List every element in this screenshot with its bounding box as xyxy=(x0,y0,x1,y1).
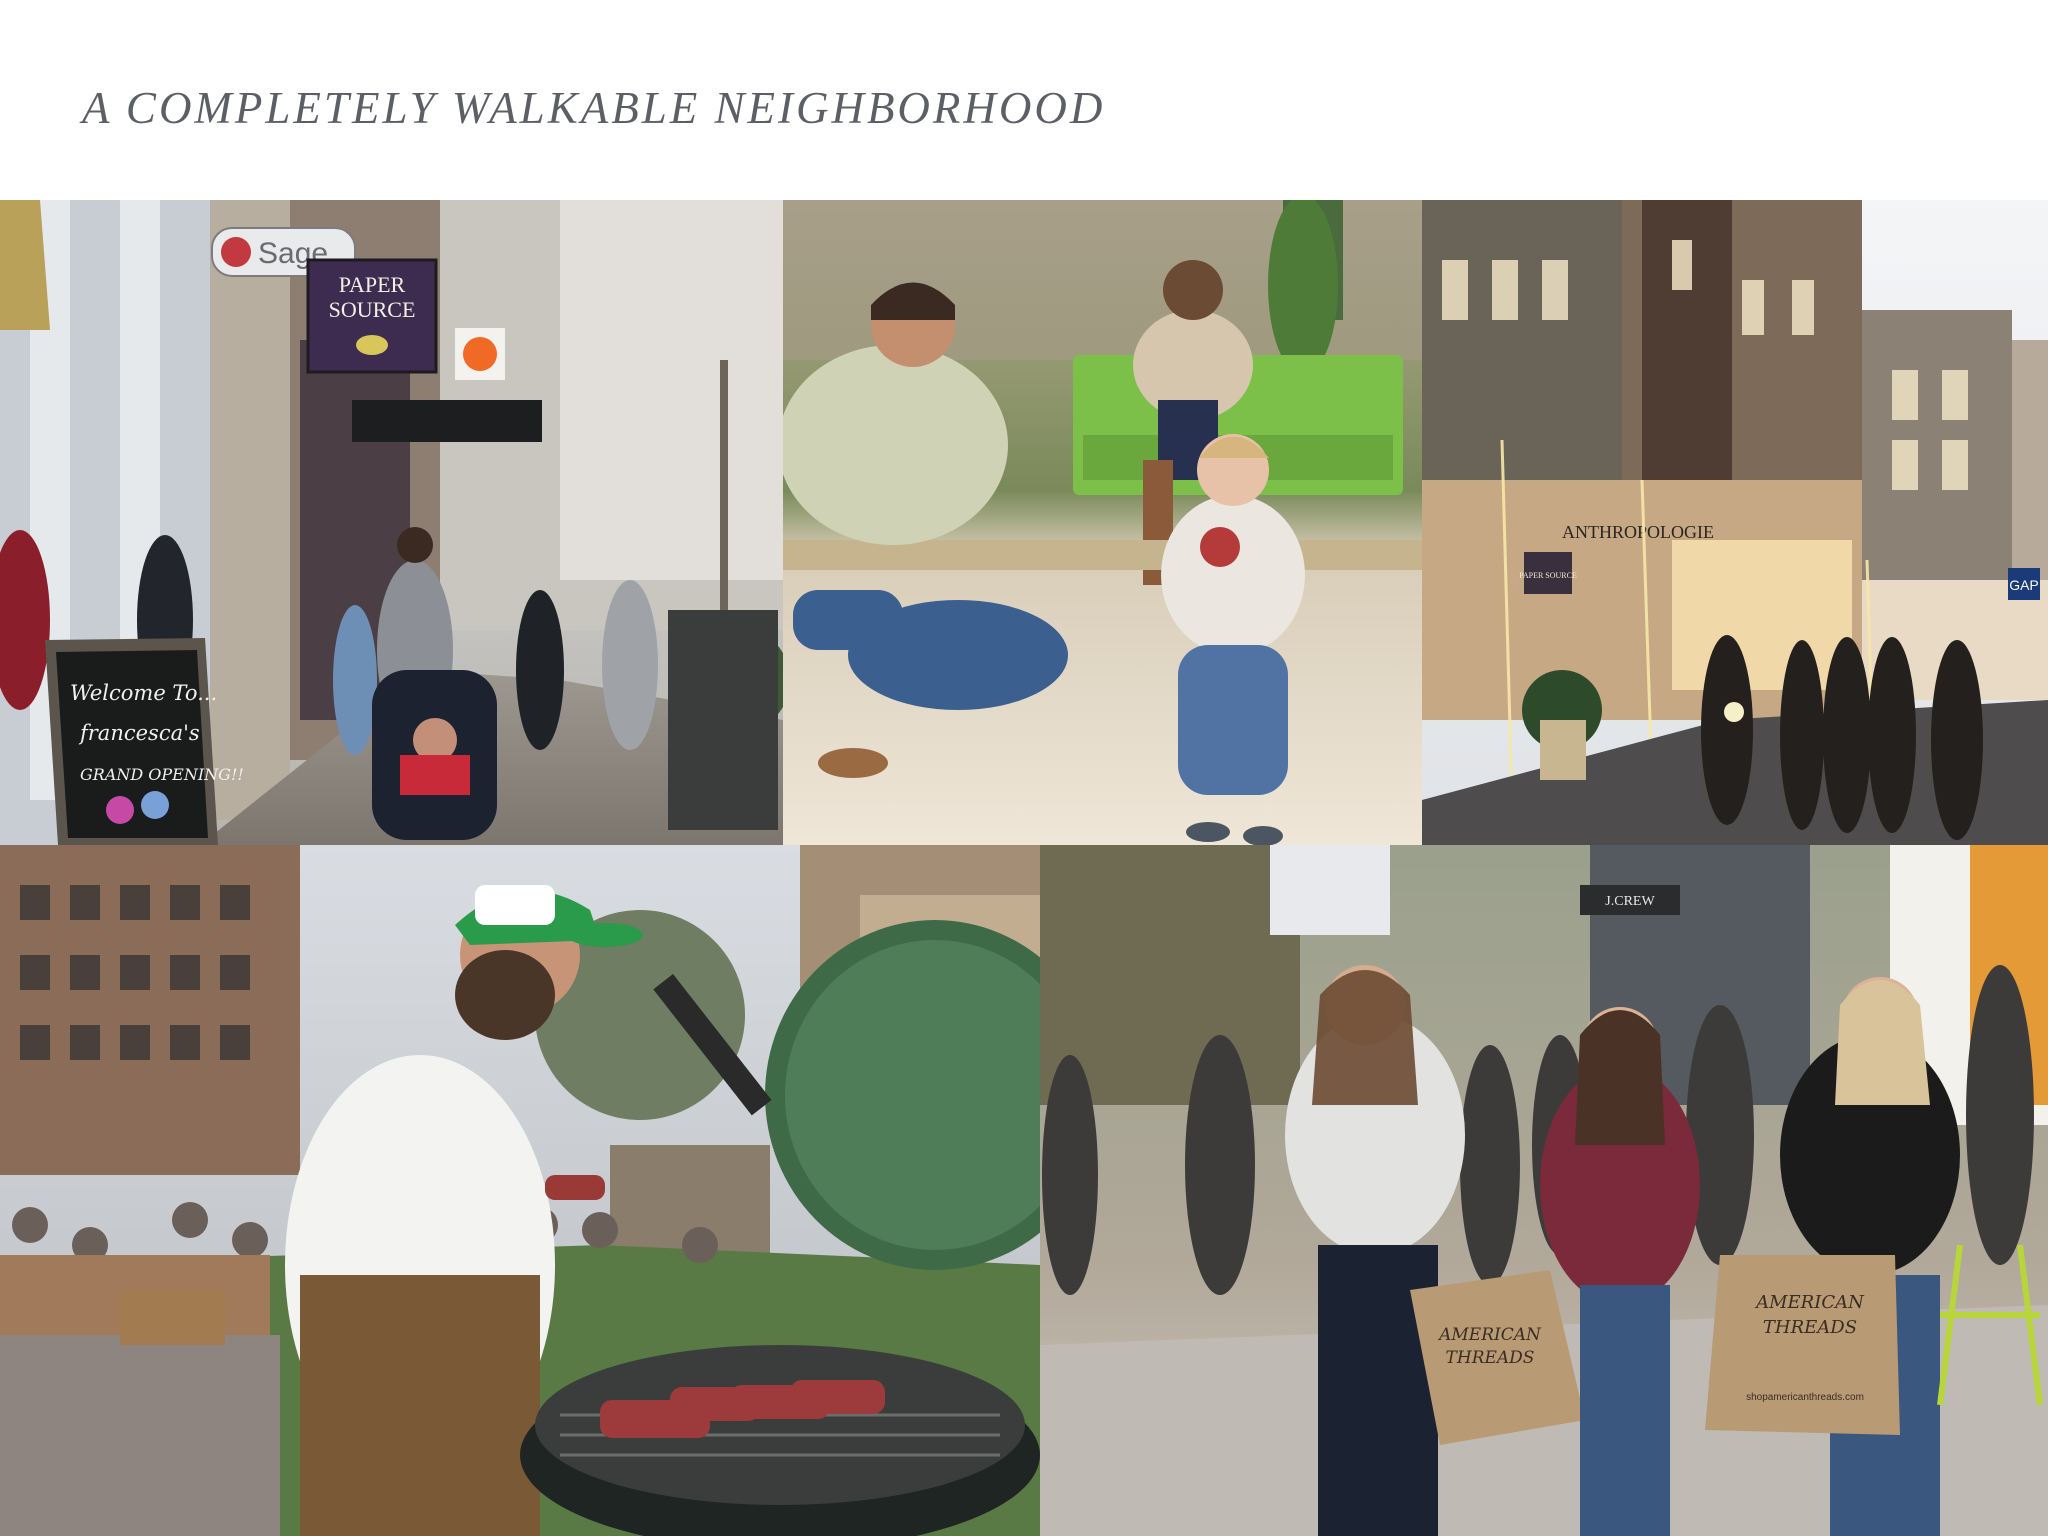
anthropologie-sign: ANTHROPOLOGIE xyxy=(1562,522,1714,542)
gap-sign: GAP xyxy=(2009,577,2039,593)
photo-park-family xyxy=(783,200,1422,845)
photo-storefront-street: Sage PAPER SOURCE Welcome To... francesc… xyxy=(0,200,783,845)
bag-url: shopamericanthreads.com xyxy=(1746,1392,1864,1403)
jcrew-sign: J.CREW xyxy=(1605,894,1655,909)
paper-source-sign-small: PAPER SOURCE xyxy=(1519,571,1577,580)
paper-source-sign-line2: SOURCE xyxy=(329,297,416,322)
photo-evening-street: ANTHROPOLOGIE PAPER SOURCE GAP xyxy=(1422,200,2048,845)
bag-brand-right-line1: AMERICAN xyxy=(1754,1292,1865,1313)
bag-brand-right-line2: THREADS xyxy=(1763,1317,1857,1338)
paper-source-sign-line1: PAPER xyxy=(339,272,406,297)
chalkboard-line2: francesca's xyxy=(78,721,200,745)
chalkboard-line1: Welcome To... xyxy=(70,681,217,705)
photo-shoppers: J.CREW AMERICAN THREADS AMERICAN THREADS xyxy=(1040,845,2048,1536)
bag-brand-left-line1: AMERICAN xyxy=(1437,1325,1542,1345)
bag-brand-left-line2: THREADS xyxy=(1446,1348,1535,1368)
photo-chef-grilling xyxy=(0,845,1040,1536)
page-title: A COMPLETELY WALKABLE NEIGHBORHOOD xyxy=(82,83,1106,133)
chalkboard-line3: GRAND OPENING!! xyxy=(80,765,244,784)
